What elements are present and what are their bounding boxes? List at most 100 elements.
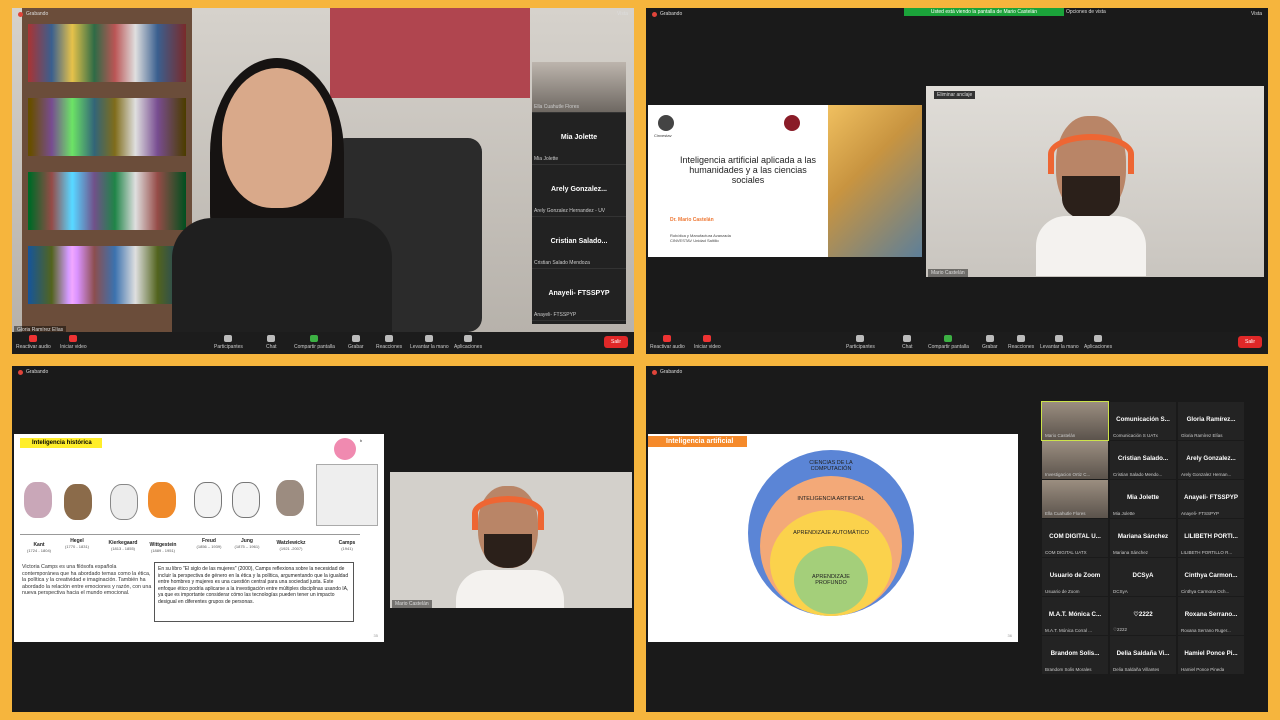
leave-button[interactable]: Salir bbox=[603, 336, 628, 348]
participants-button[interactable]: Participantes bbox=[846, 335, 875, 350]
recording-indicator: Grabando bbox=[18, 369, 48, 375]
participant-strip: Ella Cuahutle Flores Mia Jolette Mia Jol… bbox=[532, 62, 626, 324]
apps-button[interactable]: Aplicaciones bbox=[454, 335, 482, 350]
participant-gallery: Mario Castelán Comunicación S... Comunicac… bbox=[1041, 401, 1246, 674]
speaker-video[interactable] bbox=[926, 86, 1264, 277]
apps-icon bbox=[1094, 335, 1103, 342]
watzlawick-portrait bbox=[276, 480, 304, 516]
hegel-portrait bbox=[64, 484, 92, 520]
participant-tile[interactable]: Ella Cuahutle Flores bbox=[532, 62, 626, 113]
jung-portrait bbox=[232, 482, 260, 518]
participant-tile[interactable]: M.A.T. Mónica C... M.A.T. Mónica Corral .… bbox=[1042, 597, 1108, 635]
view-button[interactable]: Vista bbox=[1251, 11, 1262, 17]
leave-button[interactable]: Salir bbox=[1237, 336, 1262, 348]
participant-tile[interactable]: Roxana Serrano... Roxana Serrano Ruger... bbox=[1178, 597, 1244, 635]
camps-quote-box: En su libro "El siglo de las mujeres" (2… bbox=[154, 562, 354, 622]
venn-circle-dl: APRENDIZAJE PROFUNDO bbox=[794, 546, 868, 614]
participant-display-name: Hamiel Ponce Pi... bbox=[1184, 650, 1238, 657]
participant-tile[interactable]: Arely Gonzalez... Arely Gonzalez Hernan..… bbox=[1178, 441, 1244, 479]
participant-tile[interactable]: Investigacion Ortiz C... bbox=[1042, 441, 1108, 479]
video-button[interactable]: Iniciar video bbox=[60, 335, 87, 350]
record-button[interactable]: Grabar bbox=[982, 335, 998, 350]
participant-display-name: Mariana Sánchez bbox=[1117, 533, 1169, 540]
participant-tile[interactable]: Delia Saldaña Vi... Delia Saldaña Villant… bbox=[1110, 636, 1176, 674]
reactions-button[interactable]: Reacciones bbox=[376, 335, 402, 350]
timeline-divider bbox=[20, 534, 360, 535]
participants-button[interactable]: Participantes bbox=[214, 335, 243, 350]
share-screen-button[interactable]: Compartir pantalla bbox=[294, 335, 335, 350]
participant-tile[interactable]: Cinthya Carmon... Cinthya Carmona Och... bbox=[1178, 558, 1244, 596]
reactions-button[interactable]: Reacciones bbox=[1008, 335, 1034, 350]
participant-tile[interactable]: Mario Castelán bbox=[1041, 401, 1109, 441]
participant-display-name: M.A.T. Mónica C... bbox=[1048, 611, 1102, 618]
participant-tile[interactable]: Brandom Solis... Brandom Solis Morales bbox=[1042, 636, 1108, 674]
participant-label: ♡2222 bbox=[1113, 627, 1128, 632]
participant-tile[interactable]: Hamiel Ponce Pi... Hamiel Ponce Pineda bbox=[1178, 636, 1244, 674]
participant-tile[interactable]: Cristian Salado... Cristian Salado Mendo… bbox=[532, 218, 626, 269]
chat-button[interactable]: Chat bbox=[266, 335, 277, 350]
participant-tile[interactable]: Gloria Ramírez... Gloria Ramírez Elías bbox=[1178, 402, 1244, 440]
participant-tile[interactable]: Usuario de Zoom Usuario de Zoom bbox=[1042, 558, 1108, 596]
apps-icon bbox=[464, 335, 473, 342]
view-button[interactable]: Vista bbox=[617, 11, 628, 17]
participant-display-name: DCSyA bbox=[1132, 572, 1154, 579]
headphones-icon bbox=[472, 496, 544, 530]
participant-tile[interactable]: DCSyA DCSyA bbox=[1110, 558, 1176, 596]
camera-off-icon bbox=[703, 335, 712, 342]
record-button[interactable]: Grabar bbox=[348, 335, 364, 350]
share-screen-button[interactable]: Compartir pantalla bbox=[928, 335, 969, 350]
smiley-icon bbox=[385, 335, 394, 342]
participant-tile[interactable]: Mariana Sánchez Mariana Sánchez bbox=[1110, 519, 1176, 557]
slide-section-label: Inteligencia artificial bbox=[648, 436, 748, 447]
participant-tile[interactable]: Ella Cuahutle Flores bbox=[1042, 480, 1108, 518]
freud-portrait bbox=[194, 482, 222, 518]
apps-button[interactable]: Aplicaciones bbox=[1084, 335, 1112, 350]
participant-tile[interactable]: LILIBETH PORTI... LILIBETH PORTILLO R... bbox=[1178, 519, 1244, 557]
university-seal-icon bbox=[784, 115, 800, 131]
speaker-video[interactable] bbox=[390, 472, 632, 608]
video-button[interactable]: Iniciar video bbox=[694, 335, 721, 350]
slide-section-label: Inteligencia histórica bbox=[20, 438, 102, 448]
zoom-window-gloria: Grabando Vista Ella Cuahutle Flores Mia … bbox=[12, 8, 634, 354]
unpin-button[interactable]: Eliminar anclaje bbox=[934, 91, 976, 99]
mute-button[interactable]: Reactivar audio bbox=[650, 335, 685, 350]
meeting-toolbar: Reactivar audio Iniciar video Participan… bbox=[646, 332, 1268, 354]
recording-indicator: Grabando bbox=[18, 11, 48, 17]
participant-tile[interactable]: Cristian Salado... Cristian Salado Mendo.… bbox=[1110, 441, 1176, 479]
participant-tile[interactable]: COM DIGITAL U... COM DIGITAL UATX bbox=[1042, 519, 1108, 557]
participant-tile[interactable]: Anayeli- FTSSPYP Anayeli- FTSSPYP bbox=[1178, 480, 1244, 518]
speaker-name-tag: Mario Castelán bbox=[392, 600, 432, 608]
participant-tile[interactable]: Arely Gonzalez... Arely Gonzalez Hernand… bbox=[532, 166, 626, 217]
participant-label: Cristian Salado Mendo... bbox=[1113, 472, 1163, 477]
participant-tile[interactable]: Anayeli- FTSSPYP Anayeli- FTSSPYP bbox=[532, 270, 626, 321]
participant-display-name: ♡2222 bbox=[1133, 611, 1153, 618]
participant-tile[interactable]: Comunicación S... Comunicación S UATx bbox=[1110, 402, 1176, 440]
participant-display-name: Anayeli- FTSSPYP bbox=[1184, 494, 1238, 501]
record-icon bbox=[985, 335, 994, 342]
people-icon bbox=[224, 335, 233, 342]
view-options-button[interactable]: Opciones de vista bbox=[1066, 8, 1136, 16]
participant-tile[interactable]: ♡2222 ♡2222 bbox=[1110, 597, 1176, 635]
zoom-window-gallery: Grabando Inteligencia artificial CIENCIA… bbox=[646, 366, 1268, 712]
mute-button[interactable]: Reactivar audio bbox=[16, 335, 51, 350]
participant-display-name: Comunicación S... bbox=[1116, 416, 1170, 423]
participant-label: Cinthya Carmona Och... bbox=[1181, 589, 1230, 594]
philosopher-label: Jung (1875 – 1961) bbox=[234, 538, 260, 549]
participant-label: Hamiel Ponce Pineda bbox=[1181, 667, 1225, 672]
participant-display-name: Arely Gonzalez... bbox=[1186, 455, 1236, 462]
raise-hand-button[interactable]: Levantar la mano bbox=[410, 335, 449, 350]
raise-hand-button[interactable]: Levantar la mano bbox=[1040, 335, 1079, 350]
chat-button[interactable]: Chat bbox=[902, 335, 913, 350]
participant-tile[interactable]: Mia Jolette Mia Jolette bbox=[532, 114, 626, 165]
record-dot-icon bbox=[18, 11, 23, 17]
microphone-off-icon bbox=[663, 335, 672, 342]
participant-display-name: Roxana Serrano... bbox=[1184, 611, 1238, 618]
speaker-man bbox=[1036, 106, 1146, 276]
philosopher-label: Hegel (1770 - 1831) bbox=[64, 538, 89, 549]
participant-label: Arely Gonzalez Hernan... bbox=[1181, 472, 1232, 477]
participant-label: Mia Jolette bbox=[1113, 511, 1135, 516]
speaker-name-tag: Mario Castelán bbox=[928, 269, 968, 277]
hand-icon bbox=[1055, 335, 1064, 342]
slide-page-number: 36 bbox=[1007, 633, 1012, 638]
participant-tile[interactable]: Mia Jolette Mia Jolette bbox=[1110, 480, 1176, 518]
